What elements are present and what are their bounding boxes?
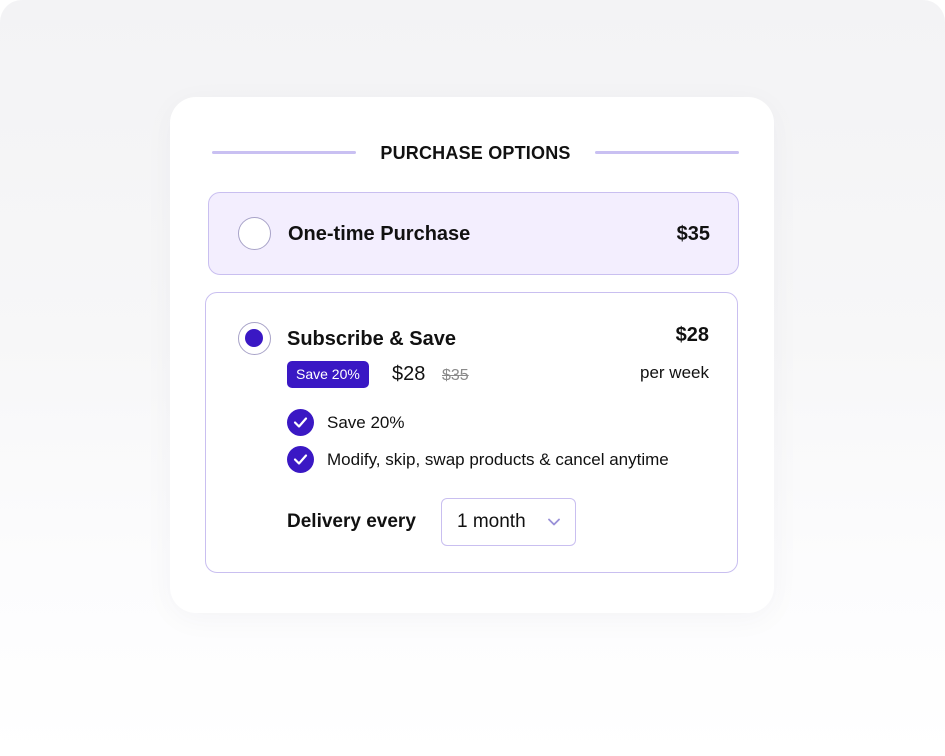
delivery-label: Delivery every [287, 511, 416, 532]
subscribe-period: per week [640, 363, 709, 382]
delivery-frequency-value: 1 month [457, 511, 526, 532]
check-icon [287, 409, 314, 436]
benefit-text: Save 20% [327, 413, 405, 432]
sale-price: $28 [392, 363, 426, 385]
header-divider-left [212, 151, 356, 154]
subscribe-radio[interactable] [238, 322, 271, 355]
subscribe-save-option[interactable]: Subscribe & Save $28 per week Save 20% $… [205, 292, 738, 573]
one-time-price: $35 [676, 223, 710, 245]
subscribe-label: Subscribe & Save [287, 328, 456, 350]
original-price: $35 [442, 367, 469, 384]
radio-selected-dot [245, 329, 263, 347]
save-badge: Save 20% [287, 361, 369, 388]
benefit-text: Modify, skip, swap products & cancel any… [327, 450, 669, 469]
one-time-radio[interactable] [238, 217, 271, 250]
one-time-label: One-time Purchase [288, 223, 471, 245]
section-title: PURCHASE OPTIONS [380, 143, 571, 163]
delivery-frequency-select[interactable]: 1 month [441, 498, 576, 546]
header-divider-right [595, 151, 739, 154]
section-header: PURCHASE OPTIONS [212, 140, 739, 166]
subscribe-price: $28 [675, 324, 709, 346]
one-time-purchase-option[interactable]: One-time Purchase $35 [208, 192, 739, 275]
check-icon [287, 446, 314, 473]
chevron-down-icon [548, 518, 560, 526]
